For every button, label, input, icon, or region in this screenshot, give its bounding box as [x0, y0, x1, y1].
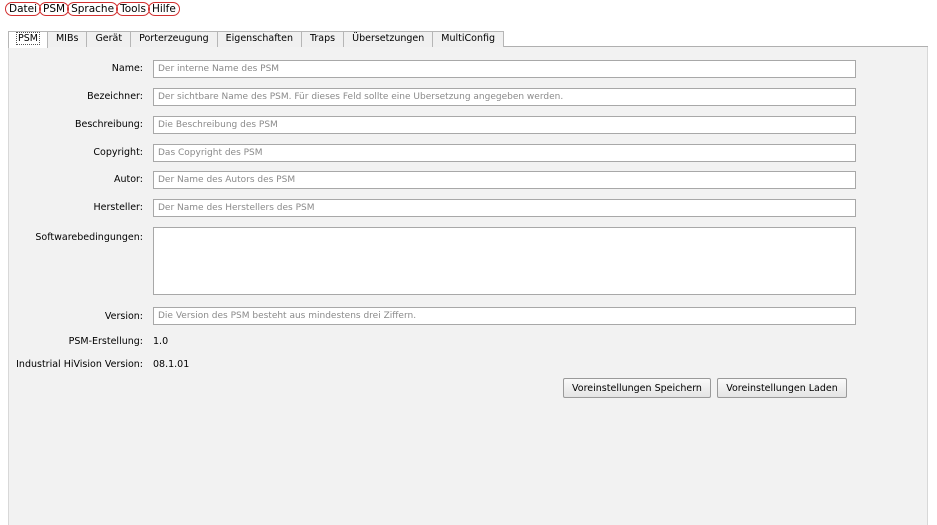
softwarebedingungen-textarea[interactable] [153, 227, 856, 295]
tab-uebersetzungen[interactable]: Übersetzungen [343, 31, 434, 47]
psm-erstellung-label: PSM-Erstellung: [68, 336, 143, 347]
version-input[interactable] [153, 307, 856, 325]
menu-sprache[interactable]: Sprache [67, 2, 119, 16]
save-defaults-button[interactable]: Voreinstellungen Speichern [563, 378, 711, 398]
beschreibung-label: Beschreibung: [74, 119, 143, 130]
tab-strip: PSM MIBs Gerät Porterzeugung Eigenschaft… [8, 31, 928, 48]
psm-panel: Name: Bezeichner: Beschreibung: Copyrigh… [8, 47, 928, 525]
tab-geraet[interactable]: Gerät [86, 31, 132, 47]
tab-traps[interactable]: Traps [300, 31, 345, 47]
version-label: Version: [104, 311, 143, 322]
copyright-input[interactable] [153, 144, 856, 162]
hersteller-input[interactable] [153, 199, 856, 217]
hivision-version-label: Industrial HiVision Version: [16, 359, 143, 370]
tab-psm[interactable]: PSM [8, 31, 48, 48]
autor-input[interactable] [153, 171, 856, 189]
menu-tools[interactable]: Tools [116, 2, 150, 16]
tab-porterzeugung[interactable]: Porterzeugung [130, 31, 218, 47]
beschreibung-input[interactable] [153, 116, 856, 134]
autor-label: Autor: [114, 174, 143, 185]
hersteller-label: Hersteller: [93, 202, 143, 213]
menu-datei[interactable]: Datei [5, 2, 42, 16]
menu-bar: Datei PSM Sprache Tools Hilfe [0, 0, 937, 18]
bezeichner-input[interactable] [153, 88, 856, 106]
copyright-label: Copyright: [93, 147, 143, 158]
tab-psm-label: PSM [16, 32, 40, 45]
name-label: Name: [111, 63, 143, 74]
softwarebedingungen-label: Softwarebedingungen: [35, 232, 143, 243]
tab-mibs[interactable]: MIBs [46, 31, 88, 47]
tab-eigenschaften[interactable]: Eigenschaften [216, 31, 302, 47]
psm-erstellung-value: 1.0 [153, 336, 169, 347]
bezeichner-label: Bezeichner: [87, 91, 143, 102]
menu-psm[interactable]: PSM [39, 2, 70, 16]
menu-hilfe[interactable]: Hilfe [147, 2, 180, 16]
hivision-version-value: 08.1.01 [153, 359, 190, 370]
load-defaults-button[interactable]: Voreinstellungen Laden [717, 378, 847, 398]
tab-multiconfig[interactable]: MultiConfig [432, 31, 504, 47]
name-input[interactable] [153, 60, 856, 78]
